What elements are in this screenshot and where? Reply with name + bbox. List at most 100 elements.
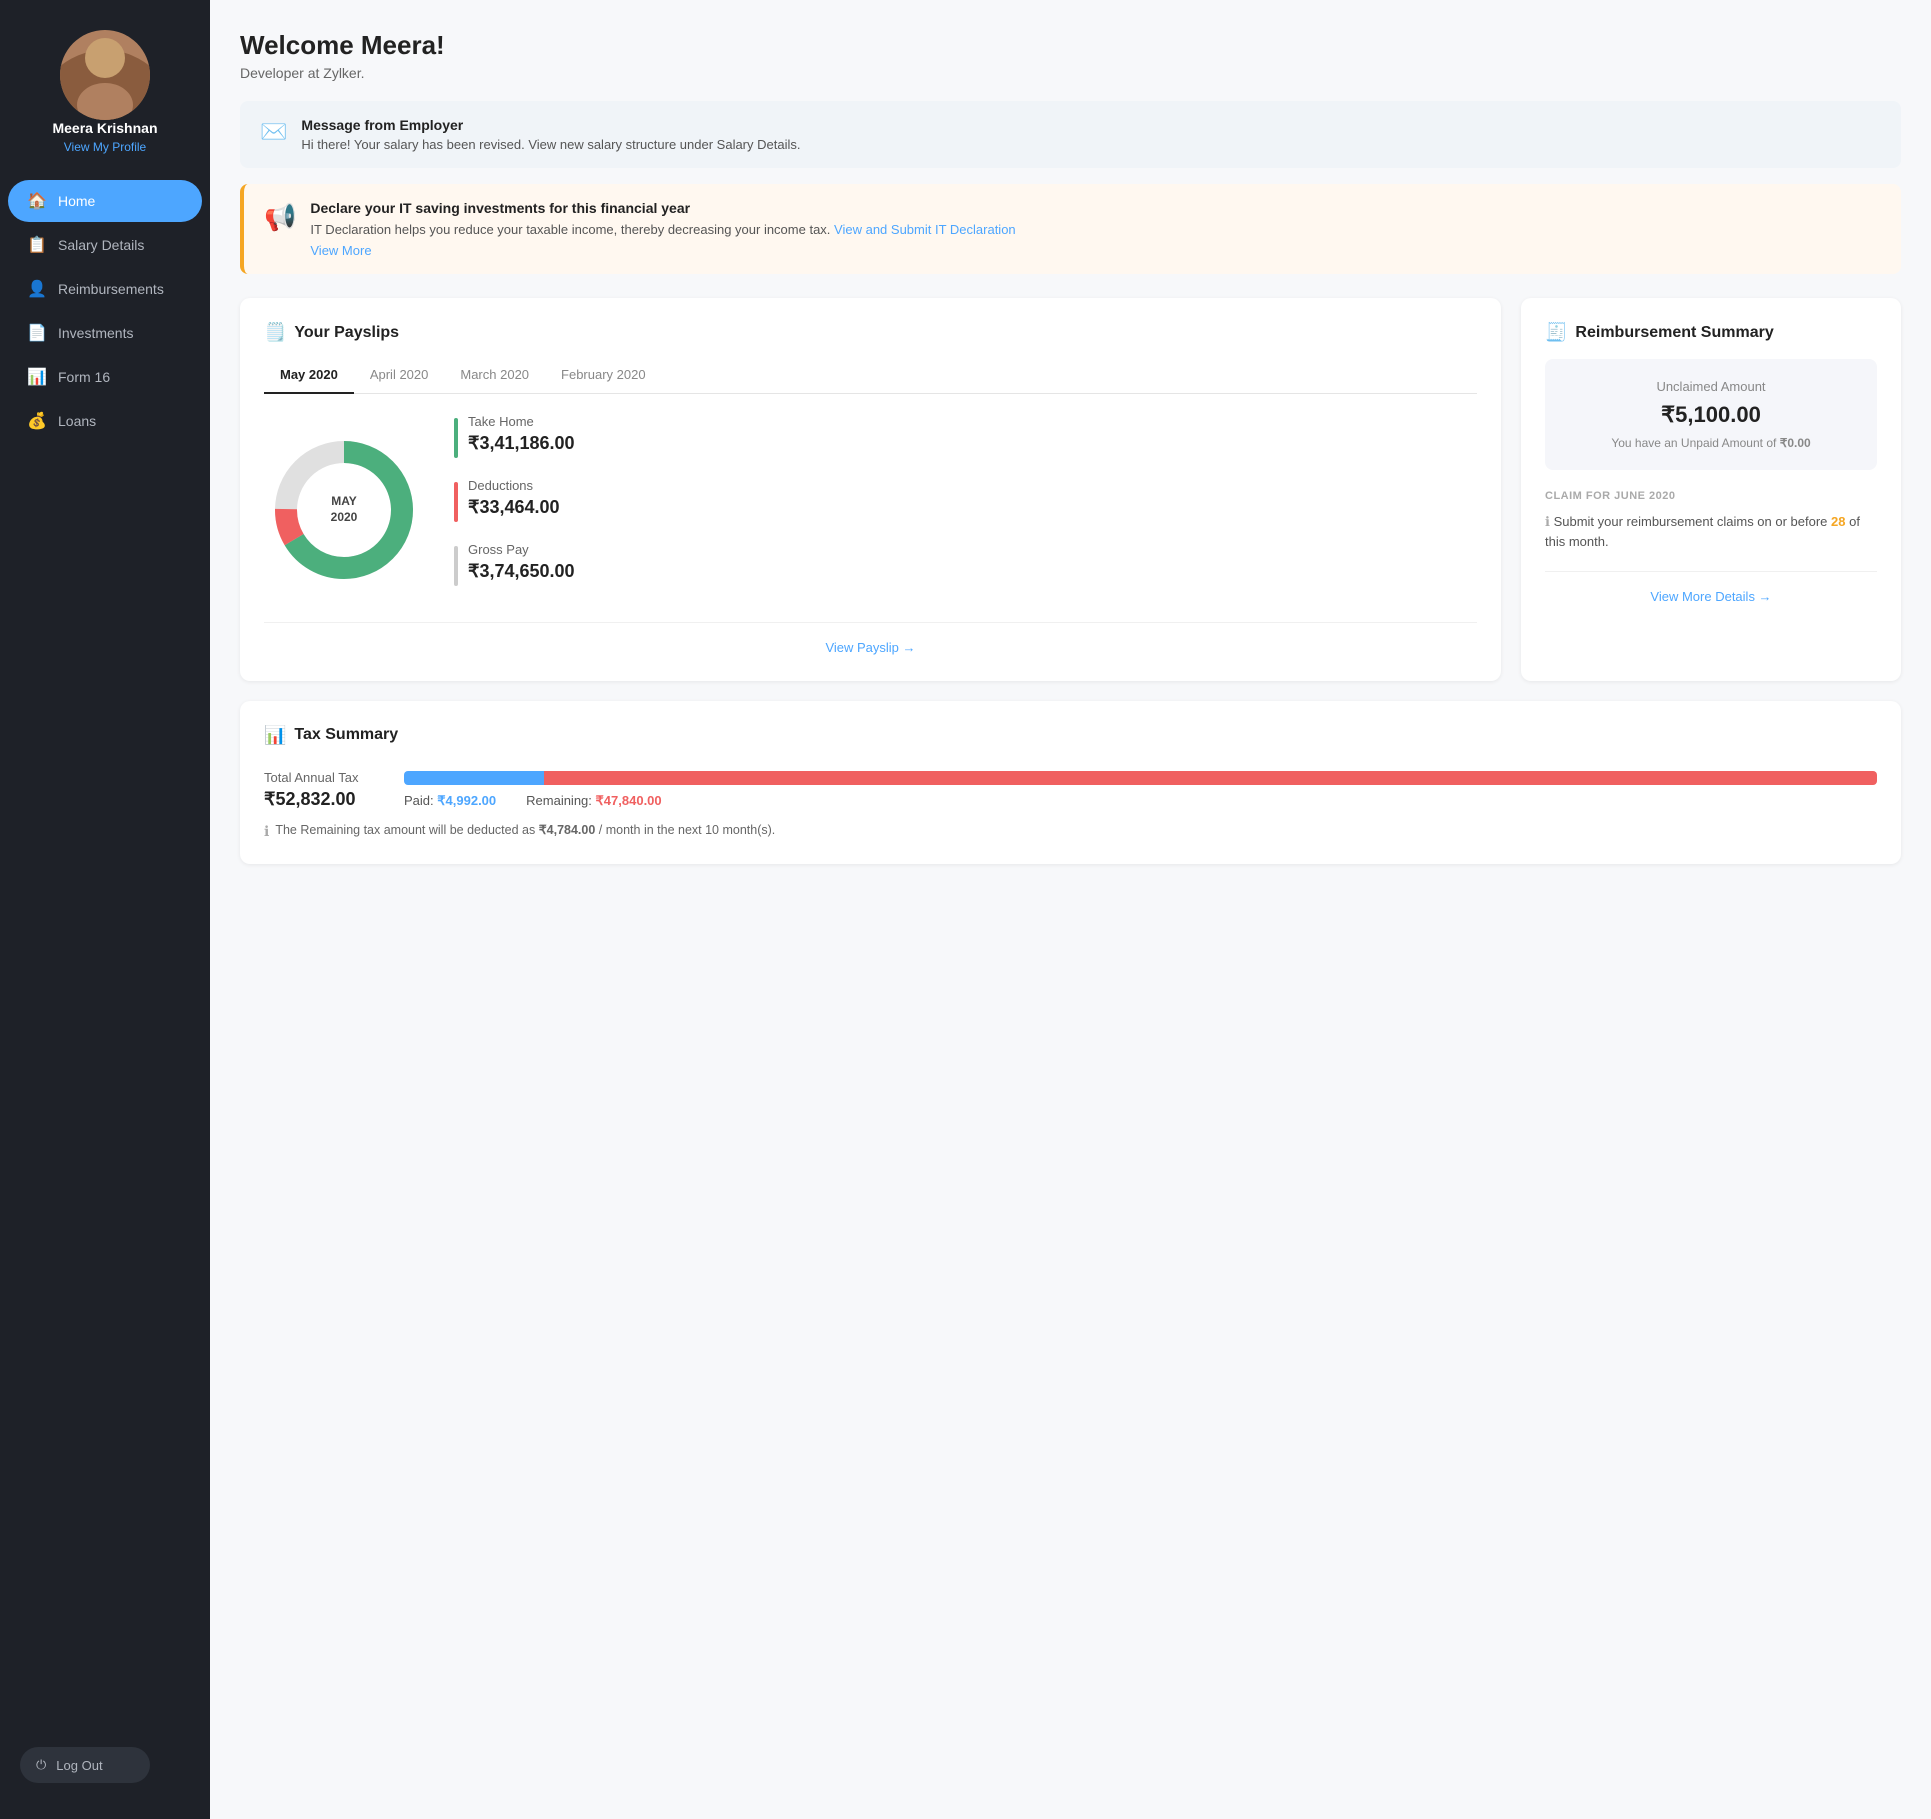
view-details-link[interactable]: View More Details → [1650,589,1771,604]
reimbursement-amount-box: Unclaimed Amount ₹5,100.00 You have an U… [1545,359,1877,470]
tax-summary-title: 📊 Tax Summary [264,725,1877,746]
payslips-icon: 🗒️ [264,322,286,343]
sidebar-item-salary-details[interactable]: 📋 Salary Details [8,224,202,266]
tab-april2020[interactable]: April 2020 [354,359,445,394]
sidebar-bottom: ⏻ Log Out [0,1731,210,1799]
message-banner-content: Message from Employer Hi there! Your sal… [301,117,800,152]
take-home-value: ₹3,41,186.00 [468,433,575,454]
it-banner-content: Declare your IT saving investments for t… [310,200,1015,258]
megaphone-icon: 📢 [264,202,296,233]
tax-paid-value: ₹4,992.00 [437,793,496,808]
it-banner-text: IT Declaration helps you reduce your tax… [310,222,1015,237]
claim-section-label: CLAIM FOR JUNE 2020 [1545,490,1877,502]
sidebar-item-form16-label: Form 16 [58,369,110,385]
reimbursement-title: 🧾 Reimbursement Summary [1545,322,1877,343]
tax-annual-value: ₹52,832.00 [264,789,384,810]
sidebar-item-home-label: Home [58,193,95,209]
sidebar-item-salary-label: Salary Details [58,237,144,253]
nav-list: 🏠 Home 📋 Salary Details 👤 Reimbursements… [0,178,210,444]
user-name: Meera Krishnan [52,120,157,136]
investments-icon: 📄 [28,324,46,342]
sidebar-item-loans-label: Loans [58,413,96,429]
payslip-body: MAY 2020 Take Home ₹3,41,186.00 [264,414,1477,606]
gross-pay-label: Gross Pay [468,542,575,557]
logout-label: Log Out [56,1758,102,1773]
gross-pay-row: Gross Pay ₹3,74,650.00 [454,542,1477,586]
tax-bar-track [404,771,1877,785]
it-banner-title: Declare your IT saving investments for t… [310,200,1015,216]
power-icon: ⏻ [36,1757,46,1773]
tax-annual-label: Total Annual Tax [264,770,384,785]
view-payslip-link[interactable]: View Payslip → [825,640,915,655]
reimbursement-icon: 🧾 [1545,322,1567,343]
tab-february2020[interactable]: February 2020 [545,359,662,394]
it-declaration-link[interactable]: View and Submit IT Declaration [834,222,1016,237]
avatar [60,30,150,120]
tax-bar-paid [404,771,544,785]
tax-paid-label: Paid: ₹4,992.00 [404,793,496,809]
sidebar-item-reimbursements-label: Reimbursements [58,281,164,297]
envelope-icon: ✉️ [260,119,287,145]
unpaid-text: You have an Unpaid Amount of ₹0.00 [1565,436,1857,450]
claim-text: ℹ Submit your reimbursement claims on or… [1545,512,1877,551]
tax-info-icon: ℹ [264,823,269,840]
sidebar-item-home[interactable]: 🏠 Home [8,180,202,222]
tax-note: ℹ The Remaining tax amount will be deduc… [264,822,1877,840]
message-banner: ✉️ Message from Employer Hi there! Your … [240,101,1901,168]
loans-icon: 💰 [28,412,46,430]
unclaimed-label: Unclaimed Amount [1565,379,1857,394]
claim-section: CLAIM FOR JUNE 2020 ℹ Submit your reimbu… [1545,490,1877,551]
tax-summary-card: 📊 Tax Summary Total Annual Tax ₹52,832.0… [240,701,1901,864]
tax-bar-remaining [544,771,1877,785]
sidebar-item-loans[interactable]: 💰 Loans [8,400,202,442]
reimbursements-icon: 👤 [28,280,46,298]
info-circle-icon: ℹ [1545,514,1550,529]
deductions-row: Deductions ₹33,464.00 [454,478,1477,522]
deductions-bar [454,482,458,522]
tax-note-amount: ₹4,784.00 [539,823,596,837]
salary-icon: 📋 [28,236,46,254]
gross-pay-value: ₹3,74,650.00 [468,561,575,582]
tax-icon: 📊 [264,725,286,746]
payslip-stats: Take Home ₹3,41,186.00 Deductions ₹33,46… [454,414,1477,606]
deductions-label: Deductions [468,478,560,493]
deductions-value: ₹33,464.00 [468,497,560,518]
view-profile-link[interactable]: View My Profile [64,140,146,154]
take-home-label: Take Home [468,414,575,429]
sidebar-item-investments[interactable]: 📄 Investments [8,312,202,354]
view-payslip-section: View Payslip → [264,622,1477,657]
tax-remaining-value: ₹47,840.00 [596,793,662,808]
message-banner-text: Hi there! Your salary has been revised. … [301,137,800,152]
unclaimed-amount: ₹5,100.00 [1565,402,1857,428]
claim-date: 28 [1831,514,1845,529]
main-content: Welcome Meera! Developer at Zylker. ✉️ M… [210,0,1931,1819]
welcome-title: Welcome Meera! [240,30,1901,61]
tab-march2020[interactable]: March 2020 [444,359,545,394]
tax-row: Total Annual Tax ₹52,832.00 Paid: ₹4,992… [264,770,1877,810]
reimbursement-card: 🧾 Reimbursement Summary Unclaimed Amount… [1521,298,1901,681]
sidebar-item-form16[interactable]: 📊 Form 16 [8,356,202,398]
take-home-bar [454,418,458,458]
sidebar-item-investments-label: Investments [58,325,133,341]
tax-remaining-label-wrap: Remaining: ₹47,840.00 [526,793,662,809]
gross-pay-bar [454,546,458,586]
message-banner-title: Message from Employer [301,117,800,133]
tax-bar-section: Paid: ₹4,992.00 Remaining: ₹47,840.00 [404,771,1877,809]
payslips-title: 🗒️ Your Payslips [264,322,1477,343]
payslip-tabs: May 2020 April 2020 March 2020 February … [264,359,1477,394]
unpaid-amount: ₹0.00 [1780,436,1811,450]
tab-may2020[interactable]: May 2020 [264,359,354,394]
it-view-more-link[interactable]: View More [310,243,1015,258]
donut-center-label: MAY 2020 [331,493,358,527]
tax-bar-labels: Paid: ₹4,992.00 Remaining: ₹47,840.00 [404,793,1877,809]
sidebar-item-reimbursements[interactable]: 👤 Reimbursements [8,268,202,310]
dashboard-grid: 🗒️ Your Payslips May 2020 April 2020 Mar… [240,298,1901,681]
sidebar: Meera Krishnan View My Profile 🏠 Home 📋 … [0,0,210,1819]
welcome-subtitle: Developer at Zylker. [240,65,1901,81]
logout-button[interactable]: ⏻ Log Out [20,1747,150,1783]
form16-icon: 📊 [28,368,46,386]
take-home-row: Take Home ₹3,41,186.00 [454,414,1477,458]
tax-body: Total Annual Tax ₹52,832.00 Paid: ₹4,992… [264,762,1877,840]
tax-annual-section: Total Annual Tax ₹52,832.00 [264,770,384,810]
home-icon: 🏠 [28,192,46,210]
